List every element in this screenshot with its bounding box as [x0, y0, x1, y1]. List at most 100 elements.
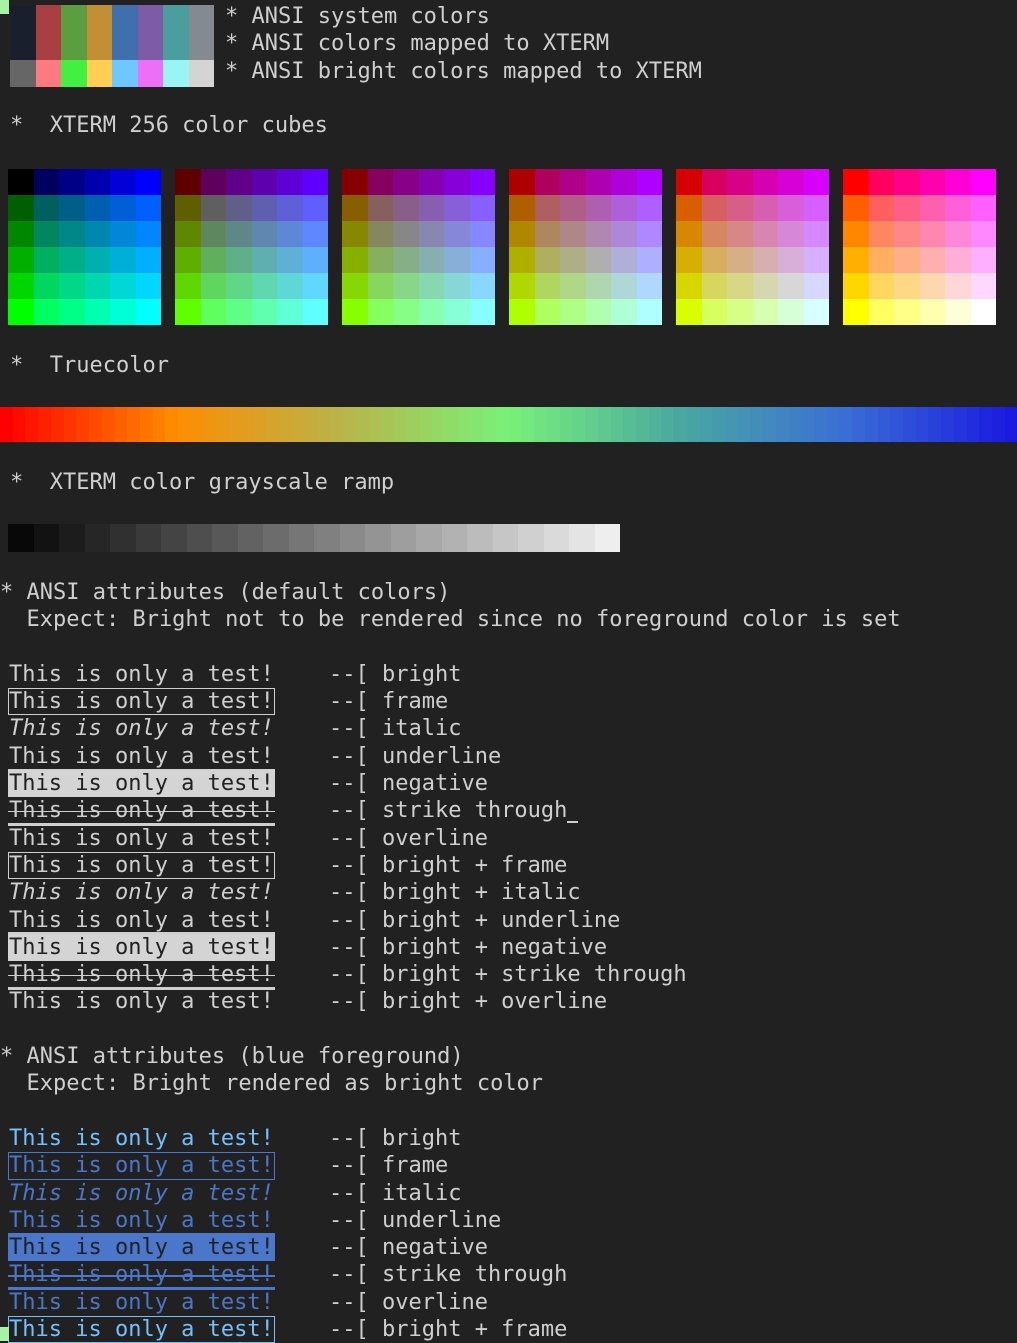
color-cube-cell: [135, 272, 161, 299]
grayscale-cell: [314, 523, 340, 552]
grayscale-cell: [365, 523, 391, 552]
attribute-sample-strike-through: This is only a test!: [8, 1261, 275, 1289]
color-cube-cell: [200, 168, 226, 195]
color-cube-cell: [636, 298, 662, 325]
color-cube-cell: [367, 168, 393, 195]
grayscale-cell: [518, 523, 544, 552]
color-cube-row: [843, 220, 996, 247]
color-cube-cell: [33, 220, 59, 247]
color-cube-cell: [226, 246, 252, 273]
grayscale-cell: [33, 523, 59, 552]
color-cube-cell: [418, 246, 444, 273]
color-cube-cell: [302, 168, 328, 195]
color-cube-cell: [251, 220, 277, 247]
color-cube-cell: [8, 298, 34, 325]
truecolor-cell: [368, 406, 382, 442]
attribute-sample-frame: This is only a test!: [8, 1152, 275, 1180]
color-cube-cell: [868, 220, 894, 247]
attribute-row-bright-frame: This is only a test! --[ bright + frame: [8, 851, 1017, 880]
attribute-sample-strike-through: This is only a test!: [8, 797, 275, 825]
color-cube-cell: [534, 298, 560, 325]
color-cube-cell: [611, 194, 637, 221]
sample-text: This is only a test!: [9, 1235, 274, 1261]
attribute-row-bright-frame: This is only a test! --[ bright + frame: [8, 1315, 1017, 1343]
color-cube-cell: [175, 298, 201, 325]
color-cube-row: [8, 194, 161, 221]
sample-text: This is only a test!: [9, 1262, 274, 1288]
color-cube-cell: [342, 220, 368, 247]
sample-text: This is only a test!: [9, 1289, 274, 1315]
attribute-label-negative: --[ negative: [329, 771, 488, 797]
color-cube-cell: [534, 194, 560, 221]
truecolor-cell: [152, 406, 166, 442]
ansi-system-swatch-6: [163, 5, 189, 60]
color-cube-row: [342, 272, 495, 299]
attribute-label-bright-overline: --[ bright + overline: [329, 989, 608, 1015]
color-cube-2: [342, 168, 495, 325]
grayscale-cell: [492, 523, 518, 552]
color-cube-cell: [676, 272, 702, 299]
ansi-system-swatch-4: [112, 5, 138, 60]
truecolor-cell: [38, 406, 51, 442]
color-cube-cell: [418, 272, 444, 299]
color-cube-cell: [945, 272, 971, 299]
color-cube-cell: [342, 246, 368, 273]
sample-text: This is only a test!: [9, 798, 274, 824]
attribute-row-overline: This is only a test! --[ overline: [8, 1288, 1017, 1316]
truecolor-cell: [559, 406, 573, 442]
attribute-sample-italic: This is only a test!: [8, 1180, 275, 1207]
color-cube-cell: [868, 272, 894, 299]
color-cube-cell: [894, 220, 920, 247]
xterm-grayscale-ramp: [0, 523, 1017, 552]
color-cube-cell: [302, 246, 328, 273]
color-cube-cell: [200, 194, 226, 221]
truecolor-cell: [216, 406, 229, 442]
sample-text: This is only a test!: [9, 743, 274, 769]
attribute-sample-bright-strike-through: This is only a test!: [8, 961, 275, 989]
color-cube-cell: [676, 168, 702, 195]
truecolor-cell: [953, 406, 967, 442]
truecolor-cell: [343, 406, 357, 442]
color-cube-cell: [676, 298, 702, 325]
color-cube-cell: [509, 298, 535, 325]
ansi-system-swatch-3: [86, 5, 112, 60]
attribute-row-underline: This is only a test! --[ underline: [8, 743, 1017, 771]
truecolor-cell: [483, 406, 497, 442]
attribute-label-strike-through: --[ strike through: [329, 797, 579, 824]
color-cube-row: [676, 194, 829, 221]
attribute-sample-bright-underline: This is only a test!: [8, 907, 275, 934]
ansi-bright-swatch-6: [163, 59, 189, 87]
attribute-label-frame: --[ frame: [329, 689, 449, 715]
color-cube-row: [175, 298, 328, 325]
attribute-row-bright: This is only a test! --[ bright: [8, 661, 1017, 688]
color-cube-cell: [469, 194, 495, 221]
attribute-label-bright-negative: --[ bright + negative: [329, 934, 608, 960]
color-cube-cell: [970, 168, 996, 195]
truecolor-cell: [305, 406, 318, 442]
color-cube-row: [509, 168, 662, 195]
color-cube-cell: [33, 168, 59, 195]
truecolor-cell: [50, 406, 64, 442]
color-cube-row: [509, 220, 662, 247]
color-cube-cell: [175, 168, 201, 195]
color-cube-cell: [110, 246, 136, 273]
color-cube-cell: [418, 168, 444, 195]
truecolor-cell: [852, 406, 865, 442]
color-cube-cell: [84, 194, 110, 221]
color-cube-row: [342, 194, 495, 221]
grayscale-cell: [59, 523, 85, 552]
color-cube-cell: [393, 272, 419, 299]
attribute-label-bright-underline: --[ bright + underline: [329, 907, 621, 933]
ansi-system-swatch-0: [10, 5, 36, 60]
truecolor-cell: [508, 406, 522, 442]
truecolor-cell: [699, 406, 713, 442]
sample-text: This is only a test!: [9, 989, 274, 1015]
color-cube-cell: [701, 298, 727, 325]
color-cube-cell: [701, 220, 727, 247]
color-cube-cell: [585, 298, 611, 325]
attribute-row-bright-negative: This is only a test! --[ bright + negativ…: [8, 933, 1017, 962]
color-cube-cell: [135, 246, 161, 273]
color-cube-cell: [803, 168, 829, 195]
